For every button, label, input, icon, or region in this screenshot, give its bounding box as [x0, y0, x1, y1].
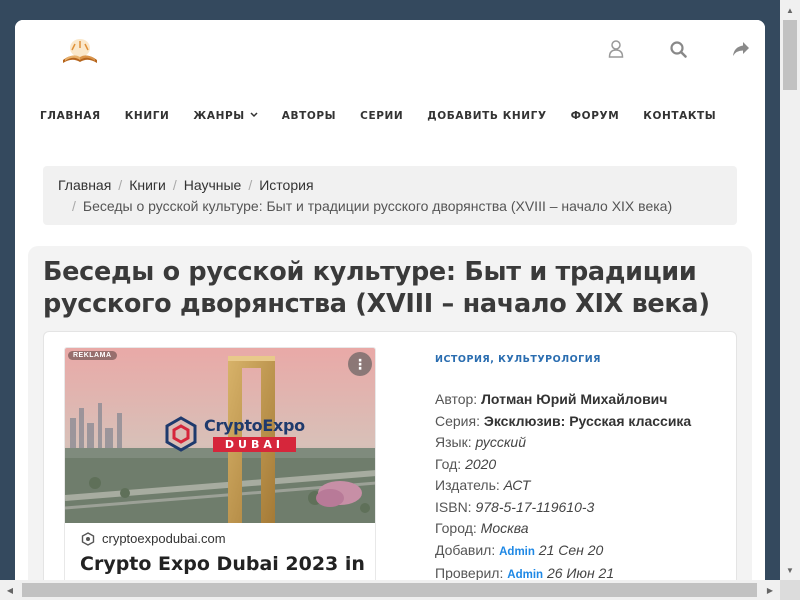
breadcrumb-science[interactable]: Научные — [184, 175, 242, 196]
page-title: Беседы о русской культуре: Быт и традици… — [43, 257, 710, 319]
ad-headline[interactable]: Crypto Expo Dubai 2023 in — [80, 553, 365, 575]
meta-isbn-value: 978-5-17-119610-3 — [475, 498, 595, 515]
nav-genres-label: ЖАНРЫ — [193, 110, 245, 122]
book-logo[interactable] — [55, 36, 105, 66]
breadcrumb-separator: / — [118, 177, 123, 193]
meta-year-label: Год: — [435, 455, 462, 472]
crypto-expo-logo: CryptoExpo DUBAI — [163, 416, 305, 452]
meta-language-label: Язык: — [435, 434, 472, 450]
breadcrumb-current: Беседы о русской культуре: Быт и традици… — [82, 198, 673, 214]
nav-genres[interactable]: ЖАНРЫ — [193, 106, 258, 126]
nav-home-label: ГЛАВНАЯ — [40, 110, 101, 122]
nav-series-label: СЕРИИ — [360, 110, 404, 122]
nav-home[interactable]: ГЛАВНАЯ — [40, 106, 101, 126]
nav-add-book-label: ДОБАВИТЬ КНИГУ — [427, 110, 547, 122]
scroll-right-icon[interactable]: ▶ — [762, 582, 778, 598]
horizontal-scrollbar[interactable]: ◀ ▶ — [0, 580, 780, 600]
horizontal-scroll-thumb[interactable] — [22, 583, 757, 597]
vertical-scroll-thumb[interactable] — [783, 20, 797, 90]
ad-domain[interactable]: cryptoexpodubai.com — [81, 531, 226, 546]
main-content: Главная / Книги / Научные / История / Бе… — [15, 146, 765, 600]
breadcrumb-books[interactable]: Книги — [129, 175, 166, 196]
book-details-panel: REKLAMA ⋮ CryptoExpo DUBAI cryptoexpodub… — [43, 331, 737, 600]
nav-contacts-label: КОНТАКТЫ — [643, 110, 717, 122]
nav-forum[interactable]: ФОРУМ — [571, 106, 620, 126]
meta-publisher-label: Издатель: — [435, 477, 500, 493]
admin-link[interactable]: Admin — [499, 546, 535, 558]
meta-publisher: Издатель: АСТ — [435, 475, 725, 497]
meta-added-date: 21 Сен 20 — [538, 541, 604, 558]
meta-series: Серия: Эксклюзив: Русская классика — [435, 411, 725, 433]
genre-link-culturology[interactable]: КУЛЬТУРОЛОГИЯ — [498, 354, 601, 365]
meta-city-label: Город: — [435, 520, 477, 536]
share-icon[interactable] — [730, 38, 752, 60]
ad-options-icon[interactable]: ⋮ — [348, 352, 372, 376]
ad-image[interactable]: REKLAMA ⋮ CryptoExpo DUBAI — [65, 348, 375, 523]
breadcrumb-separator: / — [172, 177, 177, 193]
nav-add-book[interactable]: ДОБАВИТЬ КНИГУ — [427, 106, 546, 126]
ad-domain-text: cryptoexpodubai.com — [102, 531, 226, 546]
meta-language: Язык: русский — [435, 432, 725, 454]
nav-authors[interactable]: АВТОРЫ — [282, 106, 336, 126]
meta-city: Город: Москва — [435, 518, 725, 540]
meta-checked-label: Проверил: — [435, 565, 504, 581]
crypto-expo-favicon-icon — [81, 531, 95, 546]
meta-added: Добавил: Admin 21 Сен 20 — [435, 540, 725, 564]
meta-author: Автор: Лотман Юрий Михайлович — [435, 389, 725, 411]
ad-brand: CryptoExpo — [204, 416, 305, 435]
ad-brand-city: DUBAI — [212, 437, 296, 452]
author-link[interactable]: Лотман Юрий Михайлович — [481, 391, 667, 407]
nav-authors-label: АВТОРЫ — [281, 110, 337, 122]
breadcrumb-separator: / — [248, 177, 253, 193]
site-header: ГЛАВНАЯ КНИГИ ЖАНРЫ АВТОРЫ СЕРИИ ДОБАВИТ… — [15, 20, 765, 146]
nav-series[interactable]: СЕРИИ — [360, 106, 403, 126]
meta-isbn-label: ISBN: — [435, 498, 472, 515]
book-meta: ИСТОРИЯ, КУЛЬТУРОЛОГИЯ Автор: Лотман Юри… — [435, 354, 725, 587]
meta-author-label: Автор: — [435, 391, 478, 407]
breadcrumb: Главная / Книги / Научные / История / Бе… — [43, 166, 737, 225]
meta-isbn: ISBN: 978-5-17-119610-3 — [435, 497, 725, 519]
book-card: Беседы о русской культуре: Быт и традици… — [28, 246, 752, 600]
scroll-up-icon[interactable]: ▲ — [782, 2, 798, 18]
meta-year: Год: 2020 — [435, 454, 725, 476]
breadcrumb-home[interactable]: Главная — [58, 175, 111, 196]
nav-books-label: КНИГИ — [124, 110, 170, 122]
user-icon[interactable] — [605, 38, 627, 60]
meta-added-label: Добавил: — [435, 541, 496, 558]
nav-contacts[interactable]: КОНТАКТЫ — [643, 106, 716, 126]
meta-year-value: 2020 — [465, 455, 497, 472]
scroll-left-icon[interactable]: ◀ — [2, 582, 18, 598]
breadcrumb-history[interactable]: История — [259, 175, 313, 196]
meta-checked-date: 26 Июн 21 — [546, 565, 615, 581]
vertical-scrollbar[interactable]: ▲ ▼ — [780, 0, 800, 600]
main-nav: ГЛАВНАЯ КНИГИ ЖАНРЫ АВТОРЫ СЕРИИ ДОБАВИТ… — [15, 106, 716, 126]
genre-separator: , — [490, 354, 499, 365]
browser-page: ГЛАВНАЯ КНИГИ ЖАНРЫ АВТОРЫ СЕРИИ ДОБАВИТ… — [15, 20, 765, 600]
nav-forum-label: ФОРУМ — [570, 110, 620, 122]
scrollbar-corner — [780, 580, 800, 600]
meta-city-value: Москва — [480, 520, 529, 536]
meta-publisher-value: АСТ — [503, 477, 531, 493]
chevron-down-icon — [250, 111, 258, 121]
nav-books[interactable]: КНИГИ — [125, 106, 170, 126]
scroll-down-icon[interactable]: ▼ — [782, 562, 798, 578]
meta-language-value: русский — [475, 434, 527, 450]
genre-link-history[interactable]: ИСТОРИЯ — [435, 354, 490, 365]
series-link[interactable]: Эксклюзив: Русская классика — [484, 413, 691, 429]
advertisement[interactable]: REKLAMA ⋮ CryptoExpo DUBAI cryptoexpodub… — [64, 347, 376, 600]
ad-badge: REKLAMA — [68, 351, 117, 360]
breadcrumb-separator: / — [72, 198, 76, 214]
meta-series-label: Серия: — [435, 412, 480, 429]
crypto-expo-mark-icon — [165, 416, 197, 452]
genre-tags: ИСТОРИЯ, КУЛЬТУРОЛОГИЯ — [435, 354, 725, 365]
search-icon[interactable] — [667, 38, 689, 60]
